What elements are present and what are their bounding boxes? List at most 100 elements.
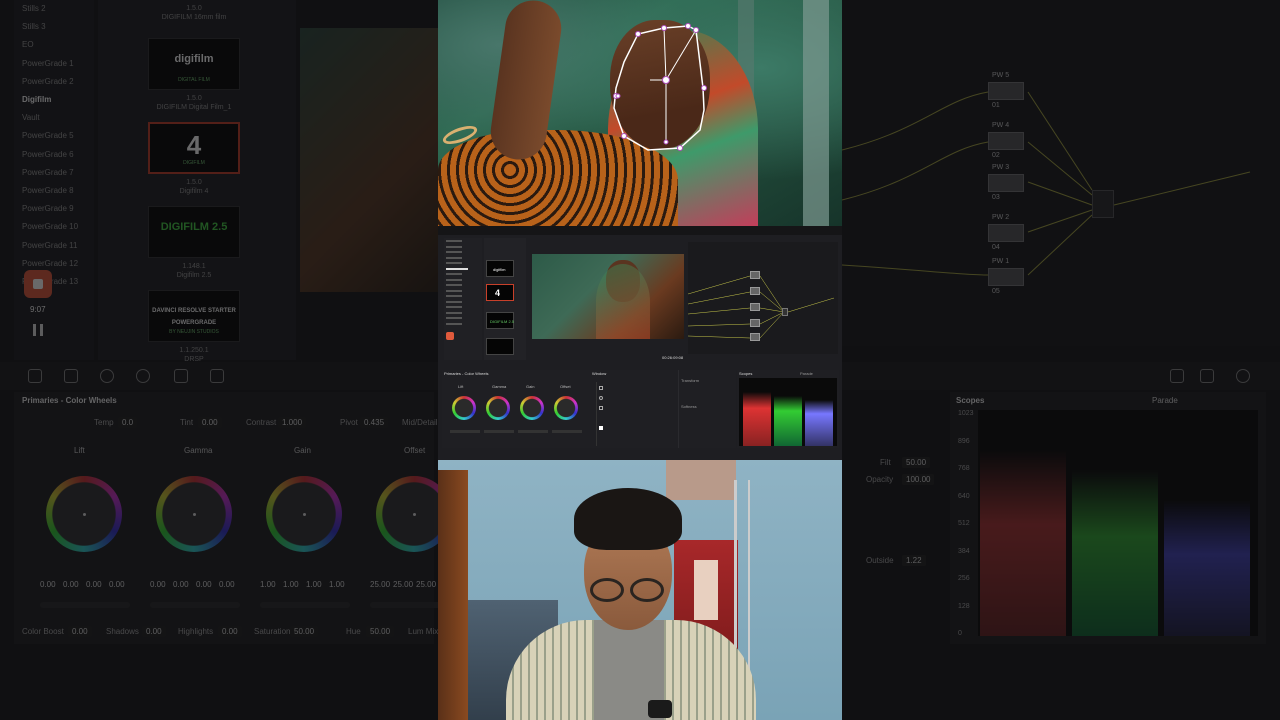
album-item[interactable]: PowerGrade 2 [22,77,74,86]
album-item[interactable]: PowerGrade 12 [22,259,78,268]
opacity-value[interactable]: 100.00 [902,474,935,485]
still-thumbnail[interactable]: DIGIFILM 2.5 [148,206,240,258]
still-thumbnail[interactable]: 4 DIGIFILM [148,122,240,174]
pivot-value[interactable]: 0.435 [360,417,389,428]
mini-node[interactable] [750,303,760,311]
mixer-node[interactable] [1092,190,1114,218]
wheel-value[interactable]: 0.00 [219,580,235,589]
mini-gradient-icon[interactable] [599,426,603,430]
mini-album-item[interactable] [446,245,462,248]
wheel-value[interactable]: 1.00 [329,580,345,589]
mini-record-button[interactable] [446,332,454,340]
mini-pen-icon[interactable] [599,406,603,410]
mini-album-item[interactable] [446,273,462,275]
wheel-value[interactable]: 1.00 [260,580,276,589]
color-boost-value[interactable]: 0.00 [68,626,92,637]
wheel-value[interactable]: 25.00 [416,580,436,589]
mini-album-item[interactable] [446,240,462,242]
scopes-mode-select[interactable]: Parade [1152,396,1178,405]
motion-effects-icon[interactable] [210,369,224,383]
mini-color-wheel[interactable] [452,396,476,420]
wheel-slider[interactable] [40,602,130,608]
record-button[interactable] [24,270,52,298]
album-item[interactable]: Stills 2 [22,4,46,13]
album-item[interactable]: PowerGrade 8 [22,186,74,195]
color-wheel[interactable] [266,476,342,552]
mini-node[interactable] [750,271,760,279]
wheel-value[interactable]: 1.00 [283,580,299,589]
mini-node[interactable] [750,319,760,327]
node-thumbnail[interactable] [988,224,1024,242]
wheel-slider[interactable] [260,602,350,608]
mini-album-item[interactable] [446,306,462,308]
album-item[interactable]: PowerGrade 11 [22,241,77,250]
hdr-icon[interactable] [136,369,150,383]
info-icon[interactable] [1236,369,1250,383]
mini-mixer-node[interactable] [782,308,788,316]
mini-parade-select[interactable]: Parade [800,371,813,376]
mini-circle-icon[interactable] [599,396,603,400]
mini-still-digifilm4[interactable]: 4 [486,284,514,301]
mini-album-item[interactable] [446,311,462,314]
album-item[interactable]: PowerGrade 5 [22,131,74,140]
mini-album-item[interactable] [446,295,462,297]
node-thumbnail[interactable] [988,132,1024,150]
mini-album-item[interactable] [446,267,468,270]
mini-album-item[interactable] [446,256,462,259]
color-wheel[interactable] [46,476,122,552]
album-item[interactable]: PowerGrade 6 [22,150,74,159]
still-thumbnail[interactable]: digifilm DIGITAL FILM [148,38,240,90]
mini-album-item[interactable] [446,262,462,264]
mini-square-icon[interactable] [599,386,603,390]
album-item[interactable]: EO [22,40,34,49]
outside-value[interactable]: 1.22 [902,555,926,566]
album-item[interactable]: Stills 3 [22,22,46,31]
mini-album-item[interactable] [446,251,462,253]
wheel-value[interactable]: 0.00 [196,580,212,589]
node-thumbnail[interactable] [988,82,1024,100]
mini-node[interactable] [750,287,760,295]
album-item[interactable]: PowerGrade 10 [22,222,78,231]
mini-album-item[interactable] [446,322,462,325]
filt-value[interactable]: 50.00 [902,457,931,468]
wheel-value[interactable]: 0.00 [40,580,56,589]
album-item[interactable]: Vault [22,113,40,122]
mini-color-wheel[interactable] [520,396,544,420]
color-wheel[interactable] [156,476,232,552]
wheel-value[interactable]: 1.00 [306,580,322,589]
scopes-icon[interactable] [1200,369,1214,383]
shadows-value[interactable]: 0.00 [142,626,166,637]
mini-color-wheel[interactable] [554,396,578,420]
keyframes-icon[interactable] [1170,369,1184,383]
album-item[interactable]: PowerGrade 1 [22,59,74,68]
wheel-value[interactable]: 0.00 [63,580,79,589]
mini-album-item[interactable] [446,278,462,281]
album-item[interactable]: PowerGrade 9 [22,204,74,213]
pause-icon[interactable] [33,324,43,336]
wheel-value[interactable]: 25.00 [393,580,413,589]
mini-color-wheel[interactable] [486,396,510,420]
mini-still-digifilm[interactable]: digifilm [486,260,514,277]
wheel-value[interactable]: 0.00 [150,580,166,589]
mini-still-digifilm25[interactable]: DIGIFILM 2.5 [486,312,514,329]
mini-album-item[interactable] [446,317,462,319]
mini-node[interactable] [750,333,760,341]
album-item[interactable]: Digifilm [22,95,51,104]
wheel-value[interactable]: 0.00 [86,580,102,589]
color-match-icon[interactable] [64,369,78,383]
hue-value[interactable]: 50.00 [366,626,395,637]
album-item[interactable]: PowerGrade 7 [22,168,74,177]
saturation-value[interactable]: 50.00 [290,626,319,637]
highlights-value[interactable]: 0.00 [218,626,242,637]
rgb-mixer-icon[interactable] [174,369,188,383]
wheel-value[interactable]: 0.00 [173,580,189,589]
wheel-slider[interactable] [150,602,240,608]
still-thumbnail[interactable]: DAVINCI RESOLVE STARTER POWERGRADE BY NEU… [148,290,240,342]
tint-value[interactable]: 0.00 [198,417,222,428]
mini-album-item[interactable] [446,284,462,286]
mini-album-item[interactable] [446,289,462,292]
temp-value[interactable]: 0.0 [118,417,138,428]
color-wheels-icon[interactable] [100,369,114,383]
mini-album-item[interactable] [446,300,462,303]
camera-raw-icon[interactable] [28,369,42,383]
